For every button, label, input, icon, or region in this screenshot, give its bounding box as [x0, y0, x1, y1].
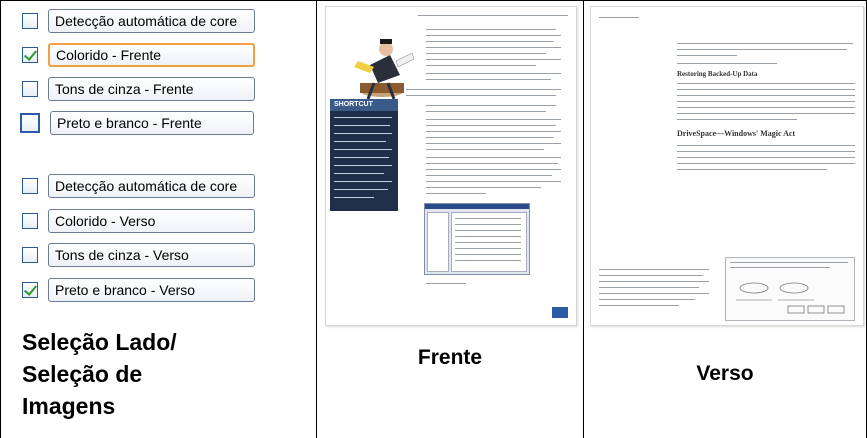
option-auto-color-back[interactable]: Detecção automática de core — [22, 174, 255, 198]
caption-front: Frente — [417, 346, 483, 369]
businessman-illustration — [354, 39, 415, 100]
column-divider-1 — [316, 0, 317, 438]
checkbox-color-back[interactable] — [22, 213, 38, 229]
checkbox-bw-back[interactable] — [22, 282, 38, 298]
page-number-box — [552, 307, 568, 318]
option-label: Preto e branco - Frente — [50, 111, 254, 135]
running-header — [418, 15, 568, 16]
option-label: Detecção automática de core — [48, 9, 255, 33]
option-gray-front[interactable]: Tons de cinza - Frente — [22, 77, 255, 101]
option-color-front[interactable]: Colorido - Frente — [22, 43, 255, 67]
option-gray-back[interactable]: Tons de cinza - Verso — [22, 243, 255, 267]
option-auto-color-front[interactable]: Detecção automática de core — [22, 9, 255, 33]
caption-line: Seleção de — [22, 361, 143, 387]
option-label: Preto e branco - Verso — [48, 278, 255, 302]
option-label: Detecção automática de core — [48, 174, 255, 198]
checkbox-gray-front[interactable] — [22, 81, 38, 97]
embedded-screenshot — [424, 203, 530, 275]
option-label: Tons de cinza - Frente — [48, 77, 255, 101]
table-border-left — [0, 0, 1, 438]
option-bw-back[interactable]: Preto e branco - Verso — [22, 278, 255, 302]
option-label: Tons de cinza - Verso — [48, 243, 255, 267]
heading-restoring: Restoring Backed-Up Data — [677, 70, 758, 78]
table-border-top — [0, 0, 867, 1]
checkbox-auto-color-back[interactable] — [22, 178, 38, 194]
caption-line: Imagens — [22, 393, 116, 419]
front-page-thumbnail: SHORTCUT — [325, 6, 577, 326]
option-label: Colorido - Frente — [48, 43, 255, 67]
shortcut-sidebar — [330, 111, 398, 211]
checkbox-auto-color-front[interactable] — [22, 13, 38, 29]
sidebar-title: SHORTCUT — [334, 101, 373, 108]
back-page-thumbnail: Restoring Backed-Up Data DriveSpace—Wind… — [590, 6, 864, 326]
running-header — [599, 17, 639, 18]
option-color-back[interactable]: Colorido - Verso — [22, 209, 255, 233]
checkbox-bw-front[interactable] — [20, 113, 40, 133]
caption-back: Verso — [696, 362, 754, 385]
caption-line: Seleção Lado/ — [22, 329, 177, 355]
checkbox-color-front[interactable] — [22, 47, 38, 63]
option-label: Colorido - Verso — [48, 209, 255, 233]
option-bw-front[interactable]: Preto e branco - Frente — [20, 111, 254, 135]
heading-drivespace: DriveSpace—Windows' Magic Act — [677, 129, 796, 138]
caption-side-selection: Seleção Lado/ Seleção de Imagens — [22, 326, 302, 422]
checkbox-gray-back[interactable] — [22, 247, 38, 263]
dialog-figure — [725, 257, 855, 321]
